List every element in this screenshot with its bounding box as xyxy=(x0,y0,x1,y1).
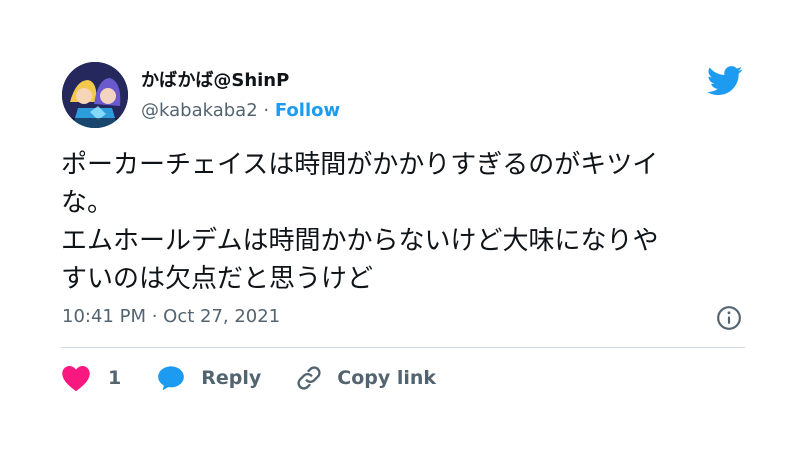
display-name[interactable]: かばかば@ShinP xyxy=(141,66,289,92)
copy-link-label: Copy link xyxy=(337,367,437,389)
twitter-bird-icon[interactable] xyxy=(705,66,745,96)
follow-button[interactable]: Follow xyxy=(275,100,340,121)
tweet-text: ポーカーチェイスは時間がかかりすぎるのがキツイ な。 エムホールデムは時間かから… xyxy=(61,146,751,298)
info-icon[interactable] xyxy=(716,305,742,331)
reply-label: Reply xyxy=(201,367,262,389)
copy-link-button[interactable]: Copy link xyxy=(295,364,436,392)
timestamp[interactable]: 10:41 PM · Oct 27, 2021 xyxy=(62,306,280,327)
tweet-line: すいのは欠点だと思うけど xyxy=(61,264,374,294)
handle-row: @kabakaba2 · Follow xyxy=(141,100,340,121)
tweet-line: な。 xyxy=(61,188,114,218)
separator-dot: · xyxy=(263,100,270,121)
tweet-line: エムホールデムは時間かからないけど大味になりや xyxy=(61,226,659,256)
reply-button[interactable]: Reply xyxy=(157,365,261,391)
avatar[interactable] xyxy=(62,62,128,128)
heart-icon xyxy=(62,366,90,392)
reply-bubble-icon xyxy=(158,366,185,391)
handle[interactable]: @kabakaba2 xyxy=(141,100,258,121)
like-count: 1 xyxy=(108,367,122,389)
link-icon xyxy=(297,366,321,390)
like-button[interactable]: 1 xyxy=(61,364,121,392)
action-bar: 1 Reply Copy link xyxy=(61,362,436,394)
divider xyxy=(61,347,745,348)
avatar-image xyxy=(62,62,128,128)
tweet-card: かばかば@ShinP @kabakaba2 · Follow ポーカーチェイスは… xyxy=(0,0,800,450)
tweet-line: ポーカーチェイスは時間がかかりすぎるのがキツイ xyxy=(61,150,659,180)
